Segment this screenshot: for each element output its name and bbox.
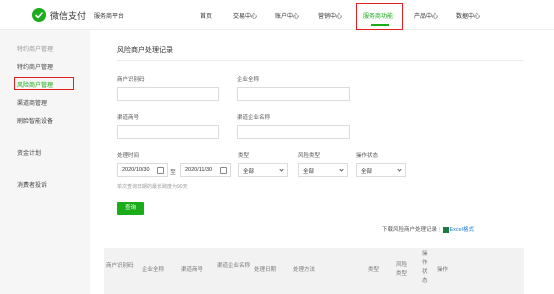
nav-home[interactable]: 首页 — [200, 11, 212, 20]
sidebar-item-complaints[interactable]: 消费者投诉 — [17, 180, 47, 189]
type-select[interactable]: 全部 — [238, 163, 288, 177]
brand-name[interactable]: 微信支付 — [50, 9, 86, 22]
page-title: 风险商户处理记录 — [117, 47, 173, 54]
th-operation: 操作 — [437, 267, 449, 273]
nav-product-center[interactable]: 产品中心 — [414, 11, 438, 20]
th-process-method: 处理方法 — [293, 267, 316, 273]
calendar-icon — [220, 167, 227, 174]
download-separator: | — [438, 227, 440, 233]
company-name-label: 企业全称 — [237, 77, 260, 83]
th-op-status: 操作状态 — [422, 251, 428, 284]
top-header: 微信支付 服务商平台 首页 交易中心 账户中心 营销中心 服务商功能 产品中心 … — [0, 0, 554, 30]
merchant-id-input[interactable] — [117, 87, 219, 101]
excel-format-link[interactable]: Excel格式 — [450, 227, 474, 233]
th-process-date: 处理日期 — [254, 267, 277, 273]
chevron-down-icon — [279, 167, 284, 172]
nav-service-provider[interactable]: 服务商功能 — [363, 11, 393, 20]
main-content: 风险商户处理记录 商户识别码 企业全称 渠道商号 渠道企业名称 处理时间 202… — [90, 30, 554, 294]
sidebar-item-channel[interactable]: 渠道商管理 — [17, 98, 47, 107]
channel-id-label: 渠道商号 — [117, 115, 140, 121]
th-company-name: 企业全称 — [142, 267, 165, 273]
op-status-select[interactable]: 全部 — [356, 163, 406, 177]
process-time-label: 处理时间 — [117, 153, 140, 159]
th-channel-id: 渠道商号 — [181, 267, 204, 273]
calendar-icon — [157, 167, 164, 174]
date-to-picker[interactable]: 2020/11/30 — [180, 163, 231, 177]
platform-name: 服务商平台 — [94, 14, 125, 20]
type-select-value: 全部 — [243, 169, 255, 175]
th-merchant-id: 商户识别码 — [106, 263, 134, 269]
op-status-label: 操作状态 — [356, 153, 379, 159]
download-record-link[interactable]: 下载风险商户处理记录 — [382, 227, 437, 233]
date-from-value: 2020/10/30 — [122, 167, 150, 173]
nav-account-center[interactable]: 账户中心 — [275, 11, 299, 20]
channel-company-label: 渠道企业名称 — [237, 115, 271, 121]
table-header: 商户识别码 企业全称 渠道商号 渠道企业名称 处理日期 处理方法 类型 风险类型… — [104, 248, 524, 294]
nav-marketing-center[interactable]: 营销中心 — [318, 11, 342, 20]
sidebar-item-special-merchant[interactable]: 特约商户管理 — [17, 62, 53, 71]
date-from-picker[interactable]: 2020/10/30 — [117, 163, 168, 177]
type-label: 类型 — [238, 153, 250, 159]
excel-icon — [442, 226, 449, 233]
sidebar-group-special-merchant: 特约商户管理 — [17, 47, 54, 53]
date-separator: 至 — [170, 170, 177, 176]
chevron-down-icon — [339, 167, 344, 172]
query-button[interactable]: 查询 — [117, 202, 144, 215]
th-type: 类型 — [368, 267, 380, 273]
sidebar-item-face-device[interactable]: 刷脸智能设备 — [17, 116, 53, 125]
th-risk-type: 风险类型 — [396, 262, 408, 277]
channel-id-input[interactable] — [117, 125, 219, 139]
op-status-select-value: 全部 — [361, 169, 373, 175]
risk-type-select-value: 全部 — [303, 169, 315, 175]
th-channel-company: 渠道企业名称 — [217, 263, 251, 269]
download-bar: 下载风险商户处理记录 | Excel格式 — [382, 225, 474, 233]
sidebar-item-fund-plan[interactable]: 资金计划 — [17, 148, 41, 157]
date-to-value: 2020/11/30 — [185, 167, 213, 173]
sidebar: 特约商户管理 特约商户管理 风险商户管理 渠道商管理 刷脸智能设备 资金计划 消… — [0, 30, 90, 294]
sidebar-item-risk-merchant[interactable]: 风险商户管理 — [17, 80, 53, 89]
channel-company-input[interactable] — [237, 125, 350, 139]
company-name-input[interactable] — [237, 87, 350, 101]
risk-type-label: 风险类型 — [298, 153, 321, 159]
date-range-hint: 单次查询日期的最长跨度为90天 — [117, 184, 188, 190]
title-divider — [117, 60, 524, 61]
merchant-id-label: 商户识别码 — [117, 77, 145, 83]
chevron-down-icon — [397, 167, 402, 172]
wechat-pay-logo-icon[interactable] — [32, 8, 46, 22]
nav-active-underline — [371, 24, 389, 26]
nav-data-center[interactable]: 数据中心 — [456, 11, 480, 20]
nav-trade-center[interactable]: 交易中心 — [233, 11, 257, 20]
risk-type-select[interactable]: 全部 — [298, 163, 348, 177]
